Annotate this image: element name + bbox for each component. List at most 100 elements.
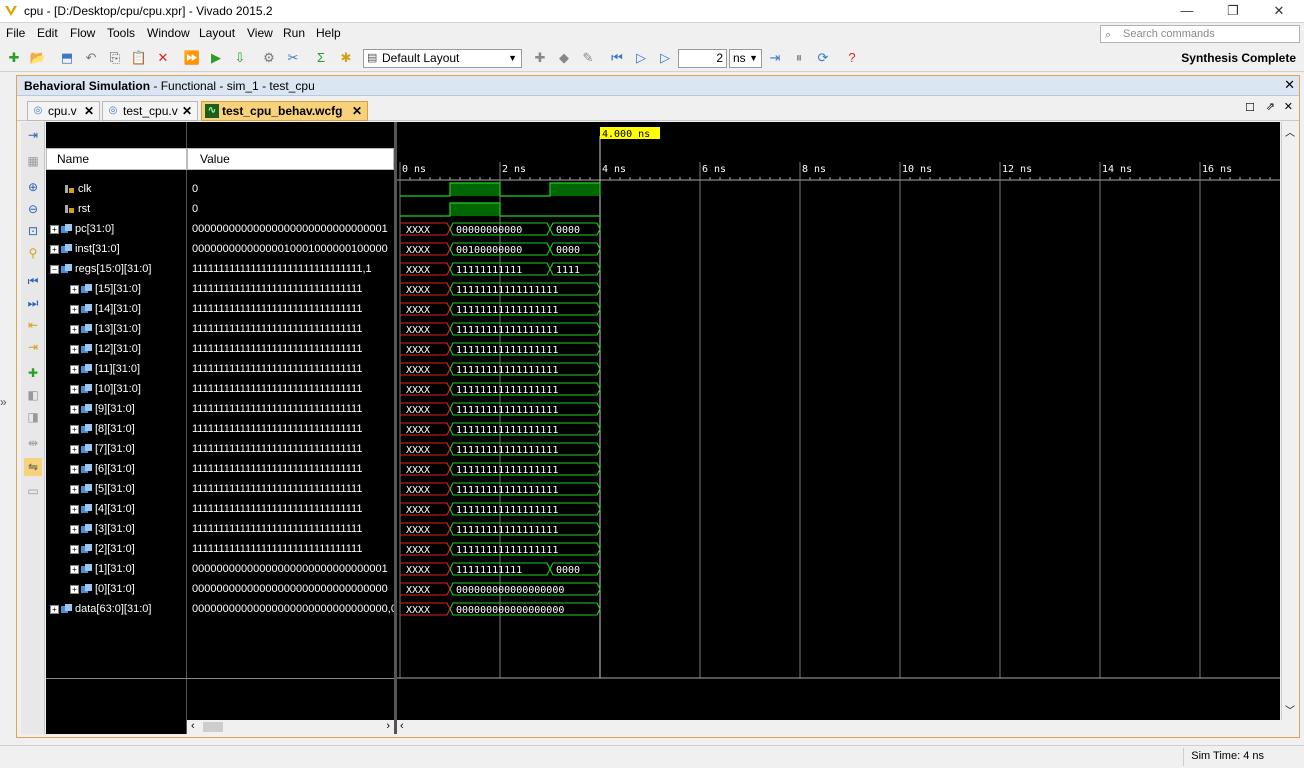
scroll-left-icon[interactable]: ‹ [400, 720, 404, 732]
expand-icon[interactable]: + [50, 244, 59, 254]
expand-icon[interactable]: + [70, 544, 79, 554]
expand-side-panel-icon[interactable]: » [0, 395, 14, 415]
menu-layout[interactable]: Layout [199, 26, 235, 40]
paste-icon[interactable]: 📋 [130, 49, 148, 67]
run-time-input[interactable]: 2 [678, 49, 727, 68]
maximize-button[interactable]: ❐ [1210, 0, 1256, 23]
expand-icon[interactable]: + [70, 364, 79, 374]
save-icon[interactable]: ⬒ [58, 49, 76, 67]
signal-row[interactable]: + [4][31:0] [46, 499, 187, 519]
run-icon[interactable]: ▶ [207, 49, 225, 67]
close-tab-icon[interactable]: ✕ [182, 102, 192, 120]
signal-row[interactable]: + [2][31:0] [46, 539, 187, 559]
signal-row[interactable]: + [12][31:0] [46, 339, 187, 359]
open-project-icon[interactable]: 📂 [29, 49, 47, 67]
signal-row[interactable]: + [11][31:0] [46, 359, 187, 379]
signal-row[interactable]: + [9][31:0] [46, 399, 187, 419]
collapse-icon[interactable]: − [50, 264, 59, 274]
waveform-view[interactable]: 0 ns 2 ns 4 ns 6 ns 8 ns 10 ns 12 ns 14 ns 16 ns… [397, 122, 1280, 720]
tab-test-cpu-v[interactable]: ◎ test_cpu.v ✕ [102, 101, 198, 121]
swap-cursors-icon[interactable]: ⇹ [24, 434, 42, 452]
column-header-value[interactable]: Value [187, 148, 394, 170]
float-editor-icon[interactable]: ⇗ [1266, 100, 1275, 113]
signal-row[interactable]: + data[63:0][31:0] [46, 599, 187, 619]
close-tab-icon[interactable]: ✕ [84, 102, 94, 120]
signal-row[interactable]: + [1][31:0] [46, 559, 187, 579]
marker-icon[interactable]: ✚ [531, 49, 549, 67]
menu-help[interactable]: Help [316, 26, 341, 40]
menu-tools[interactable]: Tools [107, 26, 135, 40]
program-device-icon[interactable]: ⇩ [231, 49, 249, 67]
expand-icon[interactable]: + [70, 584, 79, 594]
expand-icon[interactable]: + [70, 484, 79, 494]
relaunch-icon[interactable]: ⟳ [814, 49, 832, 67]
signal-row[interactable]: + [6][31:0] [46, 459, 187, 479]
expand-icon[interactable]: + [50, 224, 59, 234]
zoom-fit-icon[interactable]: ⊡ [24, 222, 42, 240]
signal-row[interactable]: + pc[31:0] [46, 219, 187, 239]
menu-view[interactable]: View [247, 26, 273, 40]
copy-icon[interactable]: ⎘ [106, 49, 124, 67]
menu-window[interactable]: Window [147, 26, 190, 40]
zoom-to-cursor-icon[interactable]: ⚲ [24, 244, 42, 262]
step-icon[interactable]: ⇥ [766, 49, 784, 67]
signal-row[interactable]: + [5][31:0] [46, 479, 187, 499]
layout-select[interactable]: ▤ Default Layout ▼ [363, 49, 522, 68]
go-to-end-icon[interactable]: ⏭ [24, 294, 42, 312]
signal-row[interactable]: rst [46, 199, 187, 219]
signal-row[interactable]: + [7][31:0] [46, 439, 187, 459]
zoom-in-icon[interactable]: ⊕ [24, 178, 42, 196]
expand-icon[interactable]: + [70, 464, 79, 474]
zoom-out-icon[interactable]: ⊖ [24, 200, 42, 218]
scroll-left-icon[interactable]: ‹ [191, 720, 195, 732]
snap-to-transition-icon[interactable]: ⇋ [24, 458, 42, 476]
value-horizontal-scrollbar[interactable]: ‹ › [187, 720, 394, 734]
expand-icon[interactable]: + [50, 604, 59, 614]
signal-row[interactable]: + [14][31:0] [46, 299, 187, 319]
column-header-name[interactable]: Name [46, 148, 187, 170]
signal-row[interactable]: + inst[31:0] [46, 239, 187, 259]
expand-icon[interactable]: + [70, 404, 79, 414]
maximize-editor-icon[interactable]: ☐ [1245, 101, 1255, 114]
next-marker-icon[interactable]: ◨ [24, 408, 42, 426]
scroll-up-icon[interactable]: ︿ [1285, 124, 1295, 139]
expand-icon[interactable]: + [70, 384, 79, 394]
expand-icon[interactable]: + [70, 524, 79, 534]
close-tab-icon[interactable]: ✕ [352, 102, 362, 120]
waveform-vertical-scrollbar[interactable]: ︿ ﹀ [1281, 122, 1299, 720]
signal-row[interactable]: + [13][31:0] [46, 319, 187, 339]
run-for-icon[interactable]: ▷ [656, 49, 674, 67]
waveform-horizontal-scrollbar[interactable]: ‹ [397, 720, 1280, 734]
expand-icon[interactable]: + [70, 564, 79, 574]
marker3-icon[interactable]: ✎ [579, 49, 597, 67]
close-editor-icon[interactable]: ✕ [1284, 100, 1293, 113]
menu-flow[interactable]: Flow [70, 26, 95, 40]
close-button[interactable]: ✕ [1256, 0, 1302, 23]
signal-row[interactable]: − regs[15:0][31:0] [46, 259, 187, 279]
undo-icon[interactable]: ↶ [82, 49, 100, 67]
delete-icon[interactable]: ✕ [154, 49, 172, 67]
expand-icon[interactable]: + [70, 424, 79, 434]
gear-run-icon[interactable]: ✱ [337, 49, 355, 67]
signal-row[interactable]: + [10][31:0] [46, 379, 187, 399]
floating-ruler-icon[interactable]: ▭ [24, 482, 42, 500]
marker2-icon[interactable]: ◆ [555, 49, 573, 67]
scroll-down-icon[interactable]: ﹀ [1285, 702, 1295, 717]
menu-file[interactable]: File [6, 26, 25, 40]
sum-icon[interactable]: Σ [312, 49, 330, 67]
expand-icon[interactable]: + [70, 284, 79, 294]
tools-icon[interactable]: ✂ [284, 49, 302, 67]
tab-cpu-v[interactable]: ◎ cpu.v ✕ [27, 101, 100, 121]
expand-icon[interactable]: + [70, 344, 79, 354]
add-sources-icon[interactable]: ✚ [5, 49, 23, 67]
signal-row[interactable]: + [15][31:0] [46, 279, 187, 299]
help-icon[interactable]: ? [843, 49, 861, 67]
time-unit-select[interactable]: ns ▼ [729, 49, 762, 68]
menu-edit[interactable]: Edit [37, 26, 58, 40]
expand-icon[interactable]: + [70, 444, 79, 454]
menu-run[interactable]: Run [283, 26, 305, 40]
previous-transition-icon[interactable]: ⇤ [24, 316, 42, 334]
scroll-right-icon[interactable]: › [386, 720, 390, 732]
signal-row[interactable]: clk [46, 179, 187, 199]
go-to-start-icon[interactable]: ⏮ [24, 272, 42, 290]
